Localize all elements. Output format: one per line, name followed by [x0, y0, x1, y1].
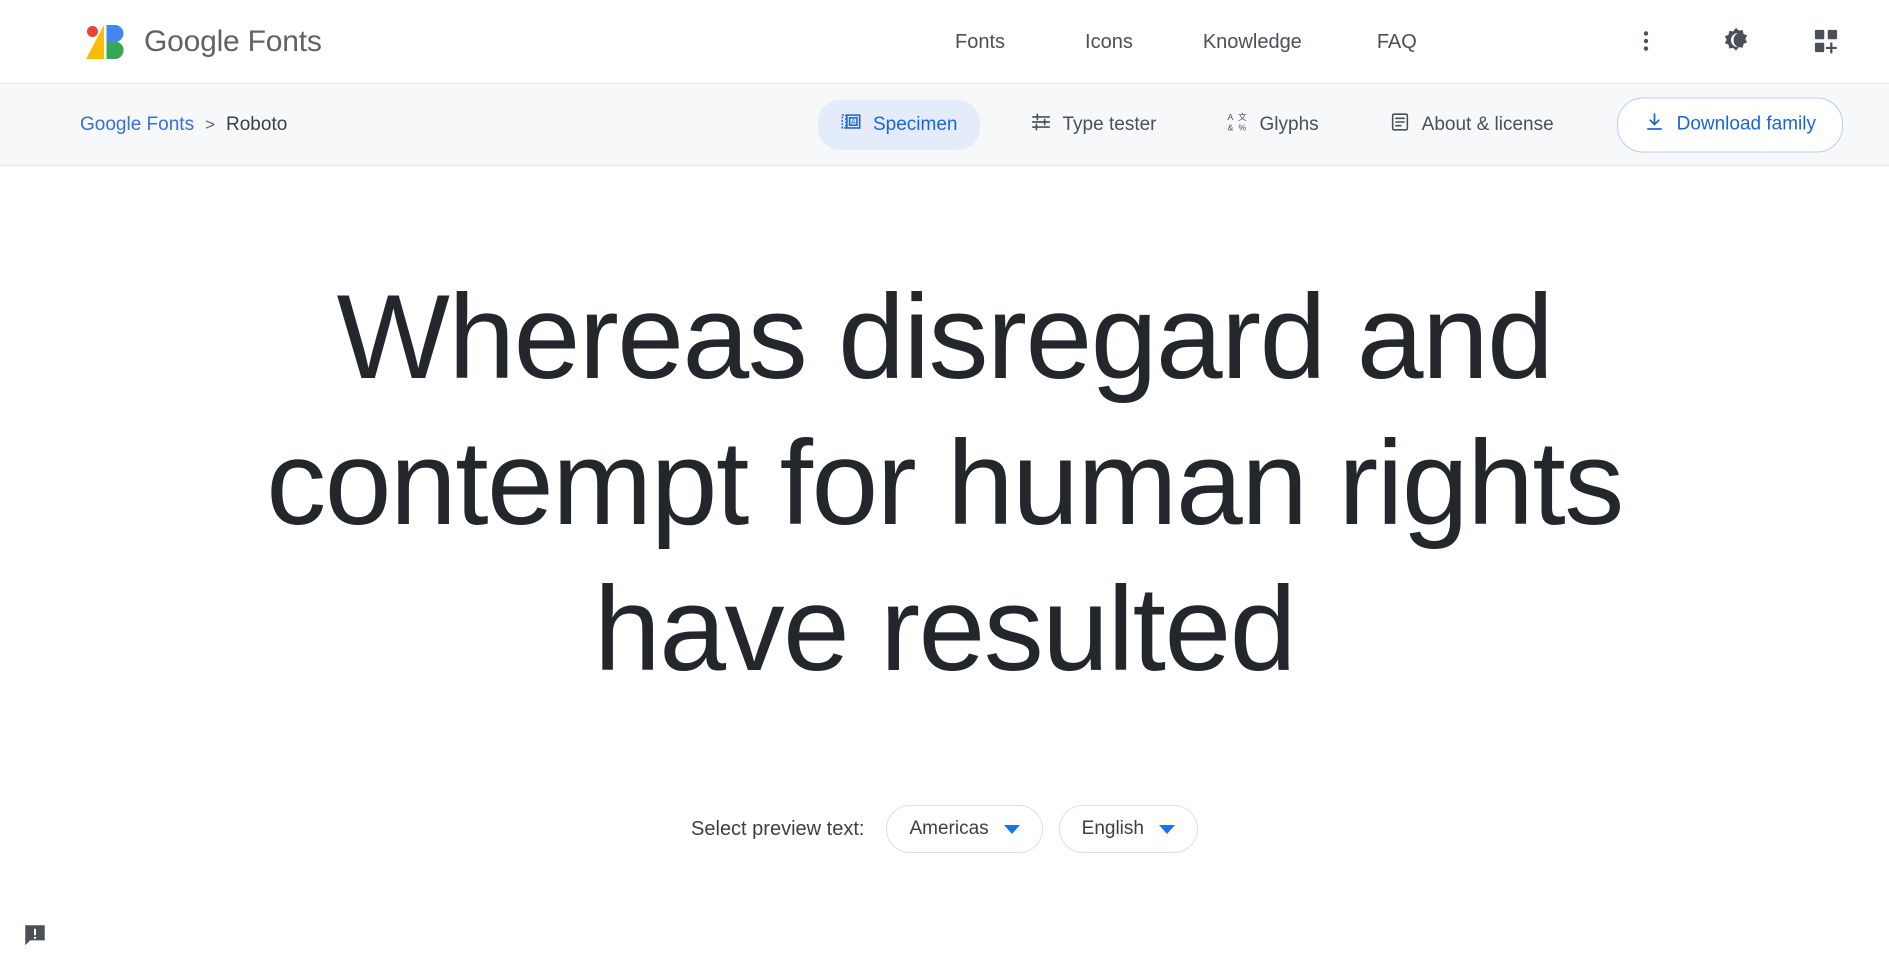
dark-mode-toggle-button[interactable] [1719, 25, 1753, 59]
preview-language-select[interactable]: English [1058, 805, 1198, 853]
specimen-icon: A [840, 111, 862, 139]
family-tabs: A Specimen Type tester A 文 & % Glyphs Ab… [818, 84, 1576, 166]
tab-specimen-label: Specimen [873, 114, 958, 135]
breadcrumb-root-link[interactable]: Google Fonts [80, 114, 194, 136]
specimen-preview-text[interactable]: Whereas disregard and contempt for human… [210, 264, 1680, 702]
tune-icon [1030, 111, 1052, 139]
download-icon [1644, 111, 1665, 138]
download-family-label: Download family [1676, 113, 1816, 135]
preview-language-value: English [1081, 818, 1144, 839]
breadcrumb-current-family: Roboto [226, 113, 288, 135]
preview-text-controls: Select preview text: Americas English [691, 805, 1198, 853]
tab-about-license-label: About & license [1421, 114, 1554, 135]
article-icon [1389, 111, 1411, 139]
dark-mode-icon [1721, 26, 1751, 59]
send-feedback-button[interactable] [18, 919, 52, 953]
tab-glyphs[interactable]: A 文 & % Glyphs [1205, 100, 1341, 150]
nav-item-knowledge[interactable]: Knowledge [1203, 31, 1302, 54]
svg-text:&: & [1227, 123, 1233, 133]
header-icon-group [1629, 0, 1843, 84]
tab-type-tester[interactable]: Type tester [1008, 100, 1179, 150]
glyphs-icon: A 文 & % [1227, 111, 1249, 139]
svg-text:%: % [1238, 123, 1246, 133]
svg-text:文: 文 [1238, 111, 1247, 122]
brand-name: Google Fonts [144, 24, 322, 58]
preview-region-value: Americas [909, 818, 989, 839]
more-vert-button[interactable] [1629, 25, 1663, 59]
tab-glyphs-label: Glyphs [1259, 114, 1319, 135]
specimen-main: Whereas disregard and contempt for human… [0, 166, 1889, 967]
feedback-icon [22, 922, 48, 951]
nav-item-fonts[interactable]: Fonts [955, 31, 1005, 54]
add-to-collection-button[interactable] [1809, 25, 1843, 59]
family-subnav: Google Fonts > Roboto A Specimen Type te… [0, 84, 1889, 166]
chevron-down-icon [1003, 824, 1020, 834]
google-fonts-logo-icon [84, 19, 130, 65]
add-to-collection-icon [1812, 27, 1840, 58]
tab-type-tester-label: Type tester [1062, 114, 1157, 135]
brand-home-link[interactable]: Google Fonts [84, 19, 322, 65]
tab-about-license[interactable]: About & license [1367, 100, 1576, 150]
preview-region-select[interactable]: Americas [886, 805, 1043, 853]
breadcrumb: Google Fonts > Roboto [80, 114, 287, 136]
tab-specimen[interactable]: A Specimen [818, 100, 980, 150]
download-family-button[interactable]: Download family [1616, 97, 1843, 152]
chevron-down-icon [1158, 824, 1175, 834]
top-header: Google Fonts Fonts Icons Knowledge FAQ [0, 0, 1889, 84]
nav-item-icons[interactable]: Icons [1085, 31, 1133, 54]
nav-item-faq[interactable]: FAQ [1377, 31, 1417, 54]
svg-text:A: A [1227, 112, 1233, 122]
preview-text-label: Select preview text: [691, 817, 865, 840]
more-vert-icon [1633, 28, 1659, 57]
primary-navigation: Fonts Icons Knowledge FAQ [955, 0, 1417, 84]
svg-text:A: A [851, 119, 856, 126]
breadcrumb-separator: > [205, 114, 216, 134]
